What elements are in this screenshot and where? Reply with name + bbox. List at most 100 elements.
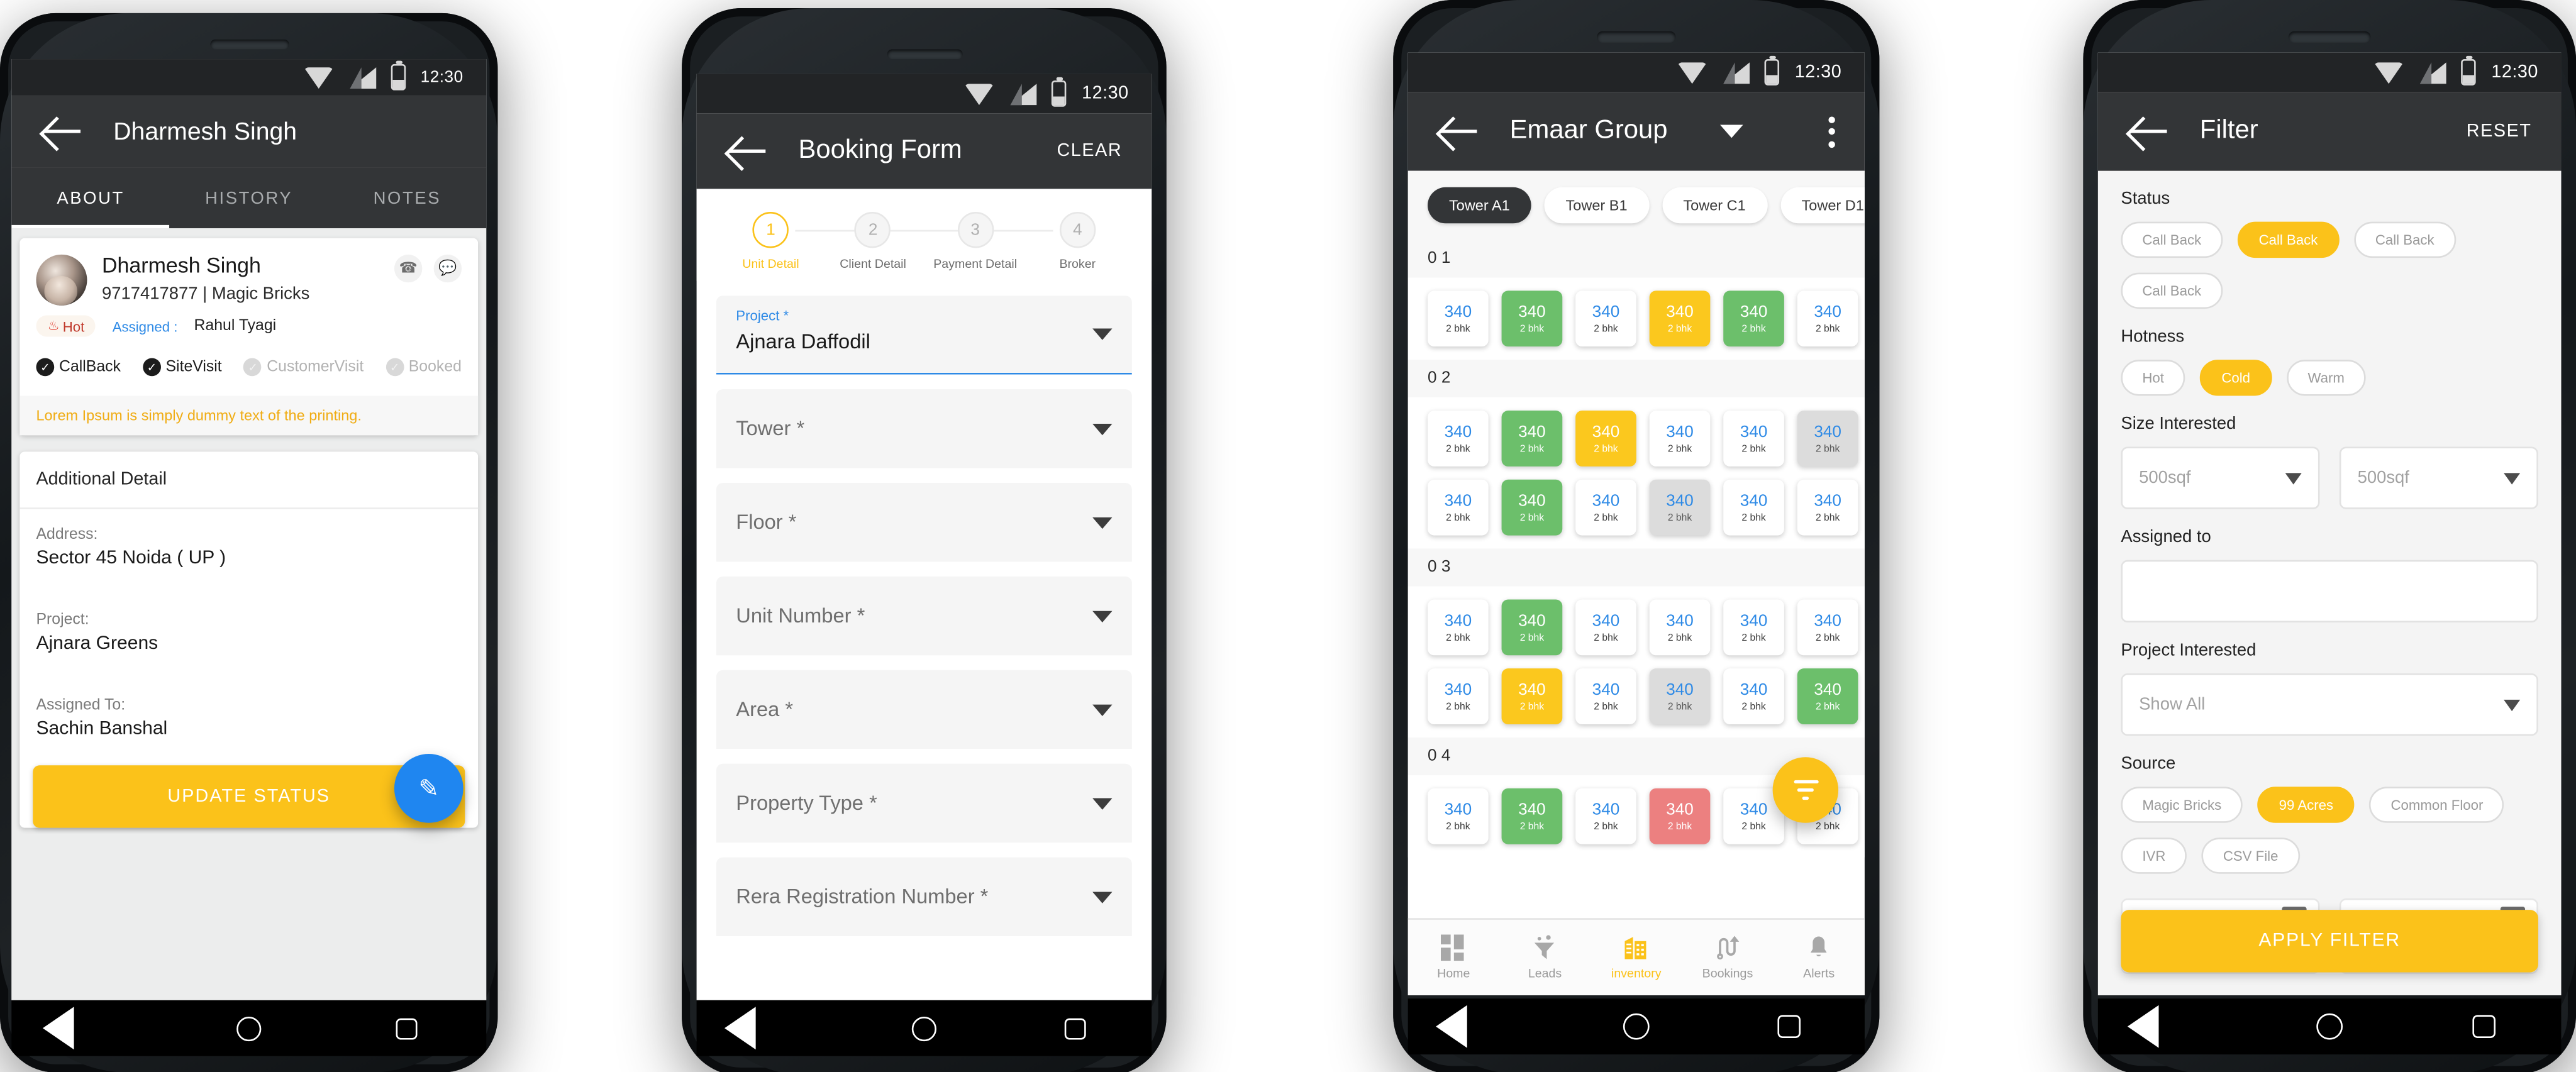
clear-button[interactable]: CLEAR [1057,141,1122,161]
filter-icon[interactable] [1772,757,1839,823]
unit-card[interactable]: 340 2 bhk [1501,668,1563,724]
property-type-select[interactable]: Property Type * [716,763,1132,843]
unit-card[interactable]: 340 2 bhk [1501,788,1563,844]
unit-card[interactable]: 340 2 bhk [1501,290,1563,347]
tab-notes[interactable]: NOTES [328,167,487,228]
rera-registration-select[interactable]: Rera Registration Number * [716,857,1132,936]
nav-recents-button[interactable] [1053,1005,1099,1051]
unit-card[interactable]: 340 2 bhk [1649,668,1711,724]
unit-card[interactable]: 340 2 bhk [1575,290,1636,347]
tab-about[interactable]: ABOUT [11,167,170,229]
hotness-pill-warm[interactable]: Warm [2286,360,2366,396]
unit-card[interactable]: 340 2 bhk [1575,599,1636,656]
unit-card[interactable]: 340 2 bhk [1797,411,1858,467]
status-pill[interactable]: Call Back [2121,272,2223,309]
tower-chip-c1[interactable]: Tower C1 [1662,187,1767,224]
unit-card[interactable]: 340 2 bhk [1428,599,1489,656]
nav-recents-button[interactable] [1765,1003,1811,1049]
project-select[interactable]: Project * Ajnara Daffodil [716,296,1132,375]
tab-history[interactable]: HISTORY [170,167,328,228]
source-pill-99-acres[interactable]: 99 Acres [2257,787,2355,823]
nav-recents-button[interactable] [2461,1003,2507,1049]
nav-home-button[interactable] [901,1005,947,1051]
area-select[interactable]: Area * [716,670,1132,749]
unit-card[interactable]: 340 2 bhk [1501,479,1563,536]
status-step-sitevisit[interactable]: ✓ SiteVisit [142,358,222,377]
unit-card[interactable]: 340 2 bhk [1428,411,1489,467]
bottom-nav-leads[interactable]: Leads [1499,920,1591,995]
nav-recents-button[interactable] [384,1005,430,1051]
kebab-menu-icon[interactable] [1828,116,1835,147]
assigned-to-input[interactable] [2121,560,2538,623]
unit-card[interactable]: 340 2 bhk [1575,788,1636,844]
unit-card[interactable]: 340 2 bhk [1723,668,1784,724]
step-client-detail[interactable]: 2 Client Detail [822,211,924,271]
nav-home-button[interactable] [2307,1003,2353,1049]
back-arrow-icon[interactable] [41,110,84,153]
tower-chip-d1[interactable]: Tower D1 [1780,187,1865,224]
bottom-nav-alerts[interactable]: Alerts [1774,920,1865,995]
unit-card[interactable]: 340 2 bhk [1501,599,1563,656]
status-step-booked[interactable]: ✓ Booked [386,358,462,377]
edit-pencil-icon[interactable]: ✎ [394,754,464,823]
message-icon[interactable]: 💬 [433,254,462,283]
back-arrow-icon[interactable] [1438,110,1480,153]
unit-card[interactable]: 340 2 bhk [1649,788,1711,844]
status-step-callback[interactable]: ✓ CallBack [36,358,121,377]
hotness-pill-hot[interactable]: Hot [2121,360,2185,396]
bottom-nav-inventory[interactable]: inventory [1591,920,1682,995]
unit-card[interactable]: 340 2 bhk [1428,290,1489,347]
status-pill-selected[interactable]: Call Back [2237,221,2340,258]
bottom-nav-home[interactable]: Home [1408,920,1499,995]
source-pill-magic-bricks[interactable]: Magic Bricks [2121,787,2243,823]
apply-filter-button[interactable]: APPLY FILTER [2121,910,2538,973]
size-to-select[interactable]: 500sqf [2339,446,2538,509]
nav-back-button[interactable] [1436,1003,1507,1049]
step-broker[interactable]: 4 Broker [1026,211,1129,271]
unit-card[interactable]: 340 2 bhk [1723,290,1784,347]
nav-home-button[interactable] [1613,1003,1659,1049]
unit-card[interactable]: 340 2 bhk [1649,599,1711,656]
source-pill-ivr[interactable]: IVR [2121,837,2187,874]
nav-back-button[interactable] [43,1005,114,1051]
step-unit-detail[interactable]: 1 Unit Detail [719,211,822,271]
floor-select[interactable]: Floor * [716,483,1132,562]
tower-chip-a1[interactable]: Tower A1 [1428,187,1531,224]
unit-card[interactable]: 340 2 bhk [1575,668,1636,724]
reset-button[interactable]: RESET [2467,121,2532,141]
unit-card[interactable]: 340 2 bhk [1797,599,1858,656]
tower-chip-b1[interactable]: Tower B1 [1544,187,1649,224]
unit-card[interactable]: 340 2 bhk [1797,479,1858,536]
project-interested-select[interactable]: Show All [2121,673,2538,736]
unit-card[interactable]: 340 2 bhk [1575,479,1636,536]
status-step-customervisit[interactable]: ✓ CustomerVisit [243,358,364,377]
unit-card[interactable]: 340 2 bhk [1797,668,1858,724]
source-pill-csv-file[interactable]: CSV File [2201,837,2300,874]
nav-back-button[interactable] [2127,1003,2198,1049]
unit-card[interactable]: 340 2 bhk [1649,290,1711,347]
back-arrow-icon[interactable] [726,130,769,172]
unit-card[interactable]: 340 2 bhk [1575,411,1636,467]
back-arrow-icon[interactable] [2128,110,2170,153]
size-from-select[interactable]: 500sqf [2121,446,2320,509]
nav-back-button[interactable] [724,1005,796,1051]
unit-card[interactable]: 340 2 bhk [1501,411,1563,467]
tower-tab-bar[interactable]: Tower A1 Tower B1 Tower C1 Tower D1 [1407,170,1865,240]
nav-home-button[interactable] [226,1005,272,1051]
unit-card[interactable]: 340 2 bhk [1797,290,1858,347]
unit-card[interactable]: 340 2 bhk [1723,599,1784,656]
status-pill[interactable]: Call Back [2121,221,2223,258]
unit-number-select[interactable]: Unit Number * [716,576,1132,656]
chevron-down-icon[interactable] [1720,124,1743,138]
unit-card[interactable]: 340 2 bhk [1428,668,1489,724]
bottom-nav-bookings[interactable]: Bookings [1682,920,1773,995]
unit-card[interactable]: 340 2 bhk [1428,479,1489,536]
unit-card[interactable]: 340 2 bhk [1649,479,1711,536]
phone-icon[interactable]: ☎ [394,254,423,283]
unit-card[interactable]: 340 2 bhk [1723,411,1784,467]
hotness-pill-cold[interactable]: Cold [2200,360,2272,396]
unit-card[interactable]: 340 2 bhk [1428,788,1489,844]
step-payment-detail[interactable]: 3 Payment Detail [924,211,1026,271]
tower-select[interactable]: Tower * [716,389,1132,468]
unit-card[interactable]: 340 2 bhk [1649,411,1711,467]
